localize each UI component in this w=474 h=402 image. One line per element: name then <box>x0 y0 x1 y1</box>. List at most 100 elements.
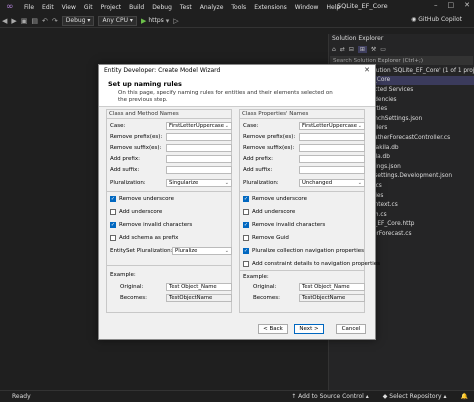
collapse-icon[interactable]: ⊟ <box>349 46 354 53</box>
original-input[interactable]: Test Object_Name <box>166 282 232 291</box>
original-input[interactable]: Test Object_Name <box>299 282 365 291</box>
remove-invalid-characters-checkbox[interactable]: ✓ Remove invalid characters <box>243 221 325 229</box>
checkbox-label: Add schema as prefix <box>119 235 179 241</box>
checkbox-checked-icon: ✓ <box>243 222 249 228</box>
remove-invalid-characters-checkbox[interactable]: ✓ Remove invalid characters <box>110 221 192 229</box>
remove-prefix-input[interactable] <box>299 132 365 141</box>
remove-prefix-label: Remove prefix(es): <box>243 133 296 140</box>
dialog-title: Entity Developer: Create Model Wizard <box>104 67 221 74</box>
add-underscore-checkbox[interactable]: Add underscore <box>243 208 295 216</box>
checkbox-unchecked-icon <box>243 209 249 215</box>
save-icon[interactable]: ▤ <box>31 17 38 25</box>
redo-icon[interactable]: ↷ <box>52 17 58 25</box>
becomes-label: Becomes: <box>120 294 148 301</box>
sync-icon[interactable]: ⇄ <box>340 46 345 53</box>
remove-suffix-input[interactable] <box>166 143 232 152</box>
class-properties-names-panel: Class Properties' Names Case: FirstLette… <box>239 109 380 313</box>
example-title: Example: <box>243 274 269 280</box>
source-control-button[interactable]: ↑ Add to Source Control ▴ <box>291 393 369 400</box>
chevron-down-icon[interactable]: ▾ <box>166 17 170 25</box>
remove-prefix-row: Remove prefix(es): <box>243 132 365 141</box>
becomes-value: TestObjectName <box>169 294 213 301</box>
remove-suffix-input[interactable] <box>299 143 365 152</box>
run-icon[interactable]: ▶ <box>141 17 146 25</box>
becomes-row: Becomes: TestObjectName <box>110 293 232 302</box>
menu-view[interactable]: View <box>58 4 80 11</box>
menu-analyze[interactable]: Analyze <box>196 4 228 11</box>
menu-build[interactable]: Build <box>125 4 148 11</box>
checkbox-label: Add underscore <box>119 209 163 215</box>
add-suffix-input[interactable] <box>166 165 232 174</box>
checkbox-label: Add constraint details to navigation pro… <box>252 261 381 267</box>
solution-explorer-title: Solution Explorer <box>332 35 384 42</box>
run-profile[interactable]: https <box>148 17 163 24</box>
checkbox-checked-icon: ✓ <box>110 196 116 202</box>
add-prefix-label: Add prefix: <box>243 155 273 162</box>
new-file-icon[interactable]: ▣ <box>21 17 28 25</box>
pluralize-navigation-checkbox[interactable]: ✓ Pluralize collection navigation propert… <box>243 247 364 255</box>
run-without-debug-icon[interactable]: ▷ <box>173 17 178 25</box>
divider <box>240 191 364 192</box>
notifications-icon[interactable]: 🔔 <box>461 393 468 400</box>
dialog-title-bar: Entity Developer: Create Model Wizard ✕ <box>99 65 375 76</box>
select-repository-button[interactable]: ◆ Select Repository ▴ <box>383 393 447 400</box>
becomes-label: Becomes: <box>253 294 281 301</box>
remove-guid-checkbox[interactable]: Remove Guid <box>243 234 289 242</box>
entityset-pluralization-row: EntitySet Pluralization: Pluralize ⌄ <box>110 246 232 255</box>
menu-test[interactable]: Test <box>176 4 196 11</box>
status-ready: Ready <box>12 393 31 400</box>
back-button[interactable]: < Back <box>258 324 288 334</box>
minimize-icon[interactable]: – <box>434 1 438 9</box>
add-prefix-input[interactable] <box>299 154 365 163</box>
chevron-down-icon: ⌄ <box>357 179 362 186</box>
back-icon[interactable]: ◀ <box>2 17 7 25</box>
home-icon[interactable]: ⌂ <box>332 46 336 53</box>
menu-git[interactable]: Git <box>80 4 97 11</box>
forward-icon[interactable]: ▶ <box>11 17 16 25</box>
add-underscore-checkbox[interactable]: Add underscore <box>110 208 162 216</box>
checkbox-unchecked-icon <box>110 235 116 241</box>
entityset-pluralization-select[interactable]: Pluralize ⌄ <box>172 246 232 255</box>
toolbar: ◀ ▶ ▣ ▤ ↶ ↷ Debug ▾ Any CPU ▾ ▶ https ▾ … <box>0 14 474 28</box>
undo-icon[interactable]: ↶ <box>42 17 48 25</box>
pluralization-select[interactable]: Singularize ⌄ <box>166 178 232 187</box>
dialog-close-icon[interactable]: ✕ <box>364 66 370 74</box>
checkbox-label: Remove Guid <box>252 235 289 241</box>
wrench-icon[interactable]: ⚒ <box>371 46 376 53</box>
case-select[interactable]: FirstLetterUppercase ⌄ <box>166 121 232 130</box>
menu-edit[interactable]: Edit <box>38 4 58 11</box>
maximize-icon[interactable]: □ <box>448 1 455 9</box>
add-prefix-label: Add prefix: <box>110 155 140 162</box>
divider <box>240 270 364 271</box>
menu-extensions[interactable]: Extensions <box>250 4 291 11</box>
menu-file[interactable]: File <box>20 4 38 11</box>
case-label: Case: <box>243 122 259 129</box>
add-suffix-label: Add suffix: <box>243 166 273 173</box>
cancel-button[interactable]: Cancel <box>336 324 366 334</box>
remove-prefix-input[interactable] <box>166 132 232 141</box>
pluralization-value: Singularize <box>169 179 199 186</box>
next-button[interactable]: Next > <box>294 324 324 334</box>
menu-project[interactable]: Project <box>97 4 126 11</box>
menu-tools[interactable]: Tools <box>227 4 250 11</box>
checkbox-label: Remove invalid characters <box>252 222 326 228</box>
add-schema-prefix-checkbox[interactable]: Add schema as prefix <box>110 234 178 242</box>
show-all-files-icon[interactable]: ⊞ <box>357 46 367 53</box>
case-select[interactable]: FirstLetterUppercase ⌄ <box>299 121 365 130</box>
select-repository-label: Select Repository <box>389 393 442 400</box>
title-bar: ∞ File Edit View Git Project Build Debug… <box>0 0 474 14</box>
copilot-button[interactable]: ◉ GitHub Copilot <box>411 16 462 23</box>
add-constraint-details-checkbox[interactable]: Add constraint details to navigation pro… <box>243 260 380 268</box>
platform-select[interactable]: Any CPU ▾ <box>98 15 137 26</box>
platform-value: Any CPU <box>102 17 129 24</box>
close-icon[interactable]: ✕ <box>464 1 470 9</box>
menu-window[interactable]: Window <box>291 4 323 11</box>
configuration-select[interactable]: Debug ▾ <box>61 15 95 26</box>
add-suffix-input[interactable] <box>299 165 365 174</box>
menu-debug[interactable]: Debug <box>148 4 176 11</box>
remove-underscore-checkbox[interactable]: ✓ Remove underscore <box>243 195 307 203</box>
add-prefix-input[interactable] <box>166 154 232 163</box>
preview-icon[interactable]: ▭ <box>380 46 386 53</box>
pluralization-select[interactable]: Unchanged ⌄ <box>299 178 365 187</box>
remove-underscore-checkbox[interactable]: ✓ Remove underscore <box>110 195 174 203</box>
